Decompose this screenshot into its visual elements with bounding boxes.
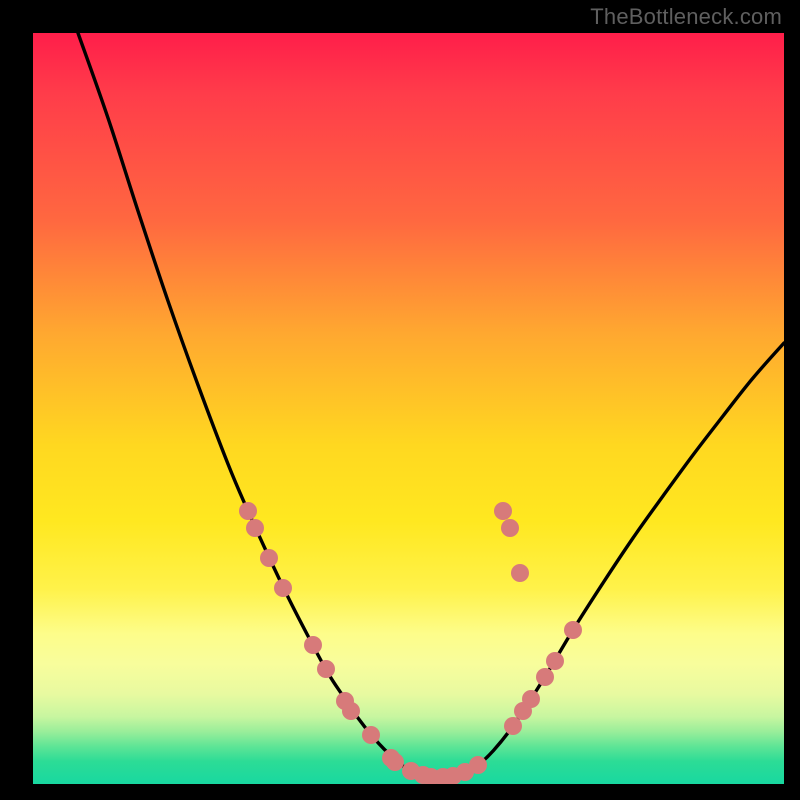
curve-marker xyxy=(504,717,522,735)
watermark-label: TheBottleneck.com xyxy=(590,4,782,30)
curve-marker xyxy=(494,502,512,520)
curve-marker xyxy=(501,519,519,537)
curve-marker xyxy=(386,753,404,771)
curve-marker xyxy=(362,726,380,744)
curve-svg xyxy=(33,33,784,784)
curve-marker xyxy=(274,579,292,597)
curve-marker xyxy=(304,636,322,654)
curve-marker xyxy=(469,756,487,774)
curve-marker xyxy=(260,549,278,567)
curve-marker xyxy=(239,502,257,520)
curve-marker xyxy=(342,702,360,720)
bottleneck-curve xyxy=(78,33,784,778)
curve-marker xyxy=(511,564,529,582)
curve-marker xyxy=(536,668,554,686)
plot-area xyxy=(33,33,784,784)
curve-marker xyxy=(246,519,264,537)
curve-marker xyxy=(564,621,582,639)
curve-marker xyxy=(317,660,335,678)
curve-marker xyxy=(546,652,564,670)
chart-frame: TheBottleneck.com xyxy=(0,0,800,800)
curve-marker xyxy=(522,690,540,708)
curve-markers xyxy=(239,502,582,784)
